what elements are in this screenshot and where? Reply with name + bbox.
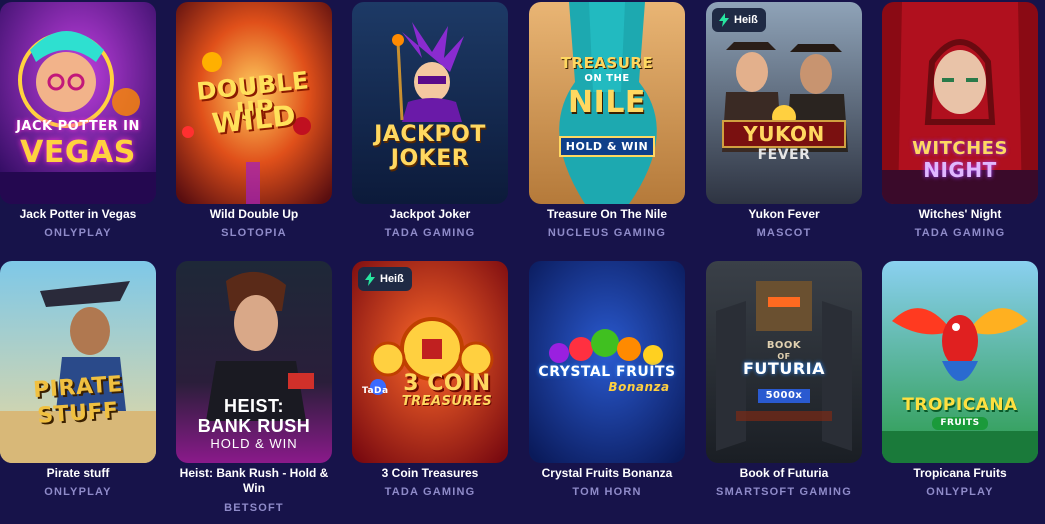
game-thumbnail[interactable]: TROPICANA FRUITS xyxy=(882,261,1038,463)
game-thumbnail[interactable]: WITCHES NIGHT xyxy=(882,2,1038,204)
game-logo-line-3: TaDa xyxy=(362,386,389,396)
game-card-book-of-futuria[interactable]: BOOK OF FUTURIA 5000x Book of Futuria SM… xyxy=(706,261,862,517)
game-logo-line-1: TREASURE xyxy=(560,54,654,72)
game-thumbnail[interactable]: CRYSTAL FRUITS Bonanza xyxy=(529,261,685,463)
game-title[interactable]: Crystal Fruits Bonanza xyxy=(525,466,689,481)
game-thumbnail[interactable]: Heiß 3 COIN TREASURES TaDa xyxy=(352,261,508,463)
game-title[interactable]: Treasure On The Nile xyxy=(525,207,689,222)
game-logo-line-1: JACKPOT xyxy=(374,122,486,147)
game-thumbnail[interactable]: DOUBLE UP WILD xyxy=(176,2,332,204)
game-card-jack-potter[interactable]: JACK POTTER IN VEGAS Jack Potter in Vega… xyxy=(0,2,156,242)
lightning-icon xyxy=(719,13,729,27)
game-logo-line-2: TREASURES xyxy=(401,394,493,409)
game-artwork xyxy=(882,261,1038,463)
game-artwork xyxy=(529,261,685,463)
game-thumbnail[interactable]: TREASURE ON THE NILE HOLD & WIN xyxy=(529,2,685,204)
hot-badge: Heiß xyxy=(712,8,766,32)
game-thumbnail[interactable]: Heiß YUKON FEVER xyxy=(706,2,862,204)
game-title[interactable]: Tropicana Fruits xyxy=(878,466,1042,481)
game-logo-line-1: 3 COIN xyxy=(403,371,491,396)
game-provider: ONLYPLAY xyxy=(44,227,112,239)
game-logo-line-2: VEGAS xyxy=(20,135,136,170)
game-logo-line-2: FEVER xyxy=(757,147,811,163)
game-title[interactable]: Witches' Night xyxy=(878,207,1042,222)
game-card-heist-bank-rush[interactable]: HEIST: BANK RUSH HOLD & WIN Heist: Bank … xyxy=(176,261,332,517)
game-logo-line-3: HOLD & WIN xyxy=(210,436,298,451)
game-logo-line-1: CRYSTAL FRUITS xyxy=(538,364,676,380)
lightning-icon xyxy=(365,272,375,286)
game-card-pirate-stuff[interactable]: PIRATE STUFF Pirate stuff ONLYPLAY xyxy=(0,261,156,517)
game-card-wild-double-up[interactable]: DOUBLE UP WILD Wild Double Up SLOTOPIA xyxy=(176,2,332,242)
game-provider: ONLYPLAY xyxy=(926,486,994,498)
game-logo-line-1: HEIST: xyxy=(223,396,284,416)
game-logo-line-3: NILE xyxy=(568,85,646,120)
game-provider: BETSOFT xyxy=(224,502,284,514)
game-thumbnail[interactable]: PIRATE STUFF xyxy=(0,261,156,463)
game-card-tropicana-fruits[interactable]: TROPICANA FRUITS Tropicana Fruits ONLYPL… xyxy=(882,261,1038,517)
game-artwork xyxy=(706,2,862,204)
game-card-jackpot-joker[interactable]: JACKPOT JOKER Jackpot Joker TADA GAMING xyxy=(352,2,508,242)
hot-badge: Heiß xyxy=(358,267,412,291)
hot-badge-label: Heiß xyxy=(734,14,758,26)
game-artwork xyxy=(0,261,156,463)
game-title[interactable]: Jackpot Joker xyxy=(348,207,512,222)
game-provider: TADA GAMING xyxy=(384,486,476,498)
game-thumbnail[interactable]: BOOK OF FUTURIA 5000x xyxy=(706,261,862,463)
game-title[interactable]: Pirate stuff xyxy=(0,466,160,481)
game-logo-line-2: ON THE xyxy=(584,73,630,84)
game-logo-line-3: FUTURIA xyxy=(743,359,825,378)
game-title[interactable]: Yukon Fever xyxy=(702,207,866,222)
game-provider: ONLYPLAY xyxy=(44,486,112,498)
game-provider: TADA GAMING xyxy=(914,227,1006,239)
game-card-yukon-fever[interactable]: Heiß YUKON FEVER Yukon Fever MASCOT xyxy=(706,2,862,242)
game-logo-line-2: BANK RUSH xyxy=(197,416,311,436)
game-title[interactable]: Book of Futuria xyxy=(702,466,866,481)
game-logo-line-2: Bonanza xyxy=(608,380,670,394)
game-provider: TADA GAMING xyxy=(384,227,476,239)
game-provider: SMARTSOFT GAMING xyxy=(716,486,852,498)
game-artwork xyxy=(352,2,508,204)
game-logo-line-2: FRUITS xyxy=(932,417,988,430)
game-card-treasure-nile[interactable]: TREASURE ON THE NILE HOLD & WIN Treasure… xyxy=(529,2,685,242)
game-logo-line-2: JOKER xyxy=(390,146,470,171)
game-provider: MASCOT xyxy=(756,227,812,239)
hot-badge-label: Heiß xyxy=(380,273,404,285)
game-thumbnail[interactable]: JACK POTTER IN VEGAS xyxy=(0,2,156,204)
game-grid: JACK POTTER IN VEGAS Jack Potter in Vega… xyxy=(0,0,1045,524)
game-logo-line-2: NIGHT xyxy=(923,158,997,182)
game-title[interactable]: Wild Double Up xyxy=(172,207,336,222)
game-logo-line-1: YUKON xyxy=(722,120,846,148)
game-thumbnail[interactable]: JACKPOT JOKER xyxy=(352,2,508,204)
game-provider: NUCLEUS GAMING xyxy=(547,227,667,239)
game-title[interactable]: Jack Potter in Vegas xyxy=(0,207,160,222)
game-title[interactable]: 3 Coin Treasures xyxy=(348,466,512,481)
game-logo-line-1: TROPICANA xyxy=(902,395,1018,415)
game-provider: SLOTOPIA xyxy=(221,227,287,239)
game-artwork xyxy=(0,2,156,204)
game-logo-line-4: 5000x xyxy=(758,389,810,403)
game-title[interactable]: Heist: Bank Rush - Hold & Win xyxy=(172,466,336,496)
game-artwork xyxy=(352,261,508,463)
game-logo-line-1: JACK POTTER IN xyxy=(16,119,140,134)
game-card-crystal-fruits[interactable]: CRYSTAL FRUITS Bonanza Crystal Fruits Bo… xyxy=(529,261,685,517)
game-provider: TOM HORN xyxy=(572,486,642,498)
game-card-witches-night[interactable]: WITCHES NIGHT Witches' Night TADA GAMING xyxy=(882,2,1038,242)
game-logo-line-1: BOOK xyxy=(766,340,802,351)
game-card-3-coin-treasures[interactable]: Heiß 3 COIN TREASURES TaDa 3 Coin Treasu… xyxy=(352,261,508,517)
game-thumbnail[interactable]: HEIST: BANK RUSH HOLD & WIN xyxy=(176,261,332,463)
game-logo-line-4: HOLD & WIN xyxy=(559,136,655,157)
game-logo-line-1: WITCHES xyxy=(912,138,1008,159)
